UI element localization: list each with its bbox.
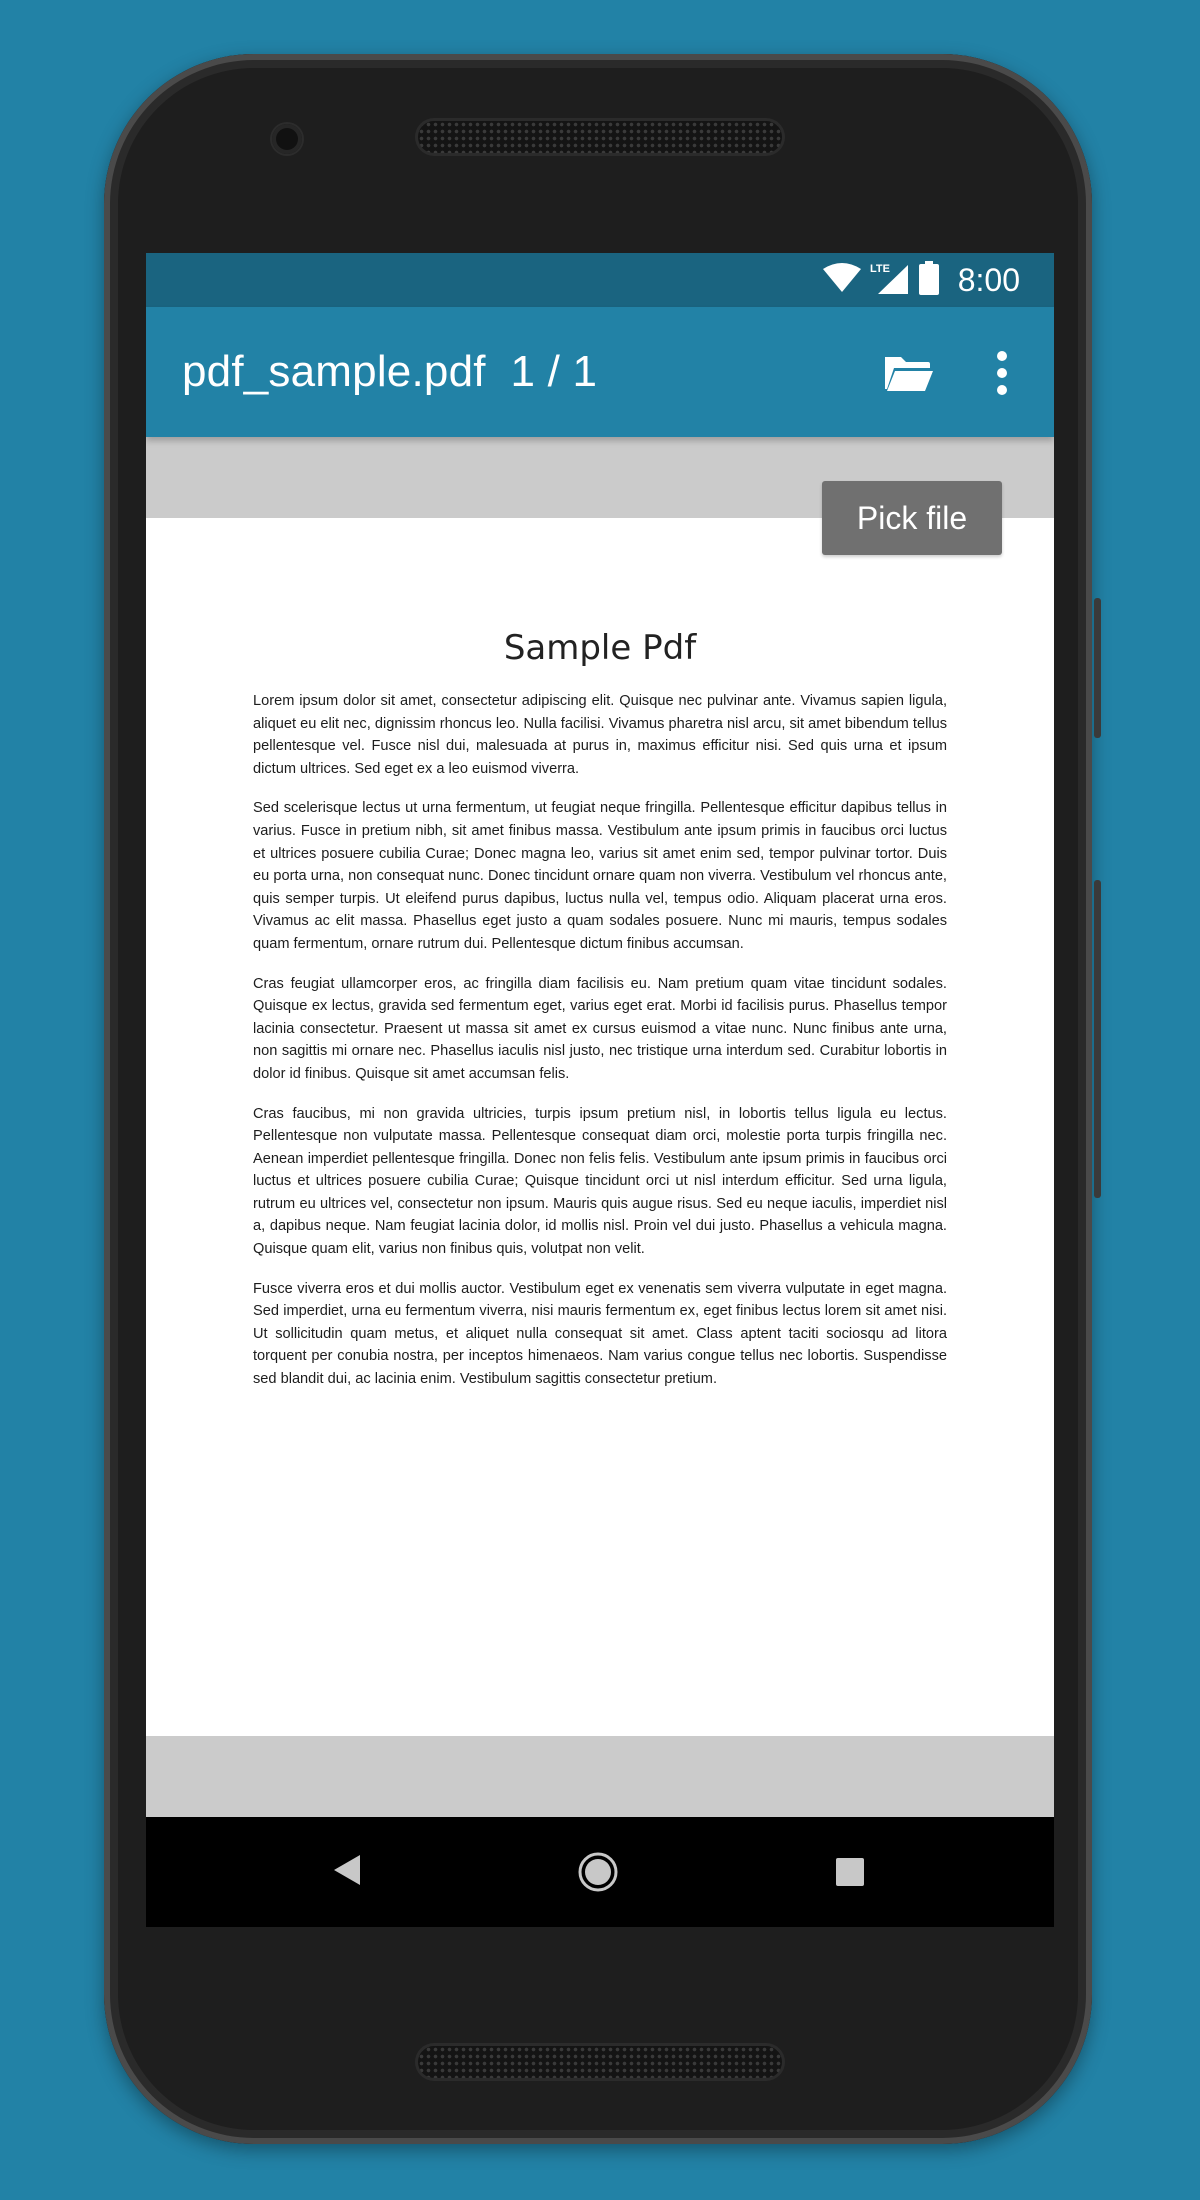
more-options-button[interactable] xyxy=(984,347,1020,399)
pdf-paragraph: Fusce viverra eros et dui mollis auctor.… xyxy=(253,1280,947,1388)
front-camera xyxy=(272,124,302,154)
pick-file-button[interactable]: Pick file xyxy=(822,481,1002,555)
battery-icon xyxy=(918,260,940,300)
more-vert-icon xyxy=(997,351,1007,395)
pdf-content: Sample Pdf Lorem ipsum dolor sit amet, c… xyxy=(253,628,947,1408)
earpiece-speaker xyxy=(418,121,782,153)
status-bar: LTE 8:00 xyxy=(146,253,1054,307)
pdf-title: Sample Pdf xyxy=(503,628,697,668)
navigation-bar xyxy=(146,1817,1054,1927)
pdf-page[interactable]: Sample Pdf Lorem ipsum dolor sit amet, c… xyxy=(146,518,1054,1736)
back-button[interactable] xyxy=(332,1853,362,1892)
recents-button[interactable] xyxy=(836,1858,864,1886)
pdf-paragraph: Sed scelerisque lectus ut urna fermentum… xyxy=(253,800,947,952)
app-title: pdf_sample.pdf 1 / 1 xyxy=(182,347,598,396)
volume-button xyxy=(1094,598,1101,738)
bottom-speaker xyxy=(418,2046,782,2078)
lte-signal-icon: LTE xyxy=(870,261,910,300)
pdf-paragraph: Cras feugiat ullamcorper eros, ac fringi… xyxy=(253,975,947,1082)
pdf-paragraph: Cras faucibus, mi non gravida ultricies,… xyxy=(253,1105,947,1258)
pdf-paragraph: Lorem ipsum dolor sit amet, consectetur … xyxy=(253,693,947,777)
status-time: 8:00 xyxy=(957,261,1020,298)
app-bar: pdf_sample.pdf 1 / 1 xyxy=(146,307,1054,437)
power-button xyxy=(1094,880,1101,1198)
folder-open-icon xyxy=(885,357,933,391)
back-icon xyxy=(334,1855,360,1885)
home-button[interactable] xyxy=(577,1851,619,1898)
wifi-icon xyxy=(822,262,862,298)
lte-label: LTE xyxy=(870,263,890,275)
open-folder-button[interactable] xyxy=(882,347,934,399)
home-icon xyxy=(578,1852,618,1892)
device-screen: LTE 8:00 pdf_sample.pdf 1 / 1 Pick file … xyxy=(146,253,1054,1927)
